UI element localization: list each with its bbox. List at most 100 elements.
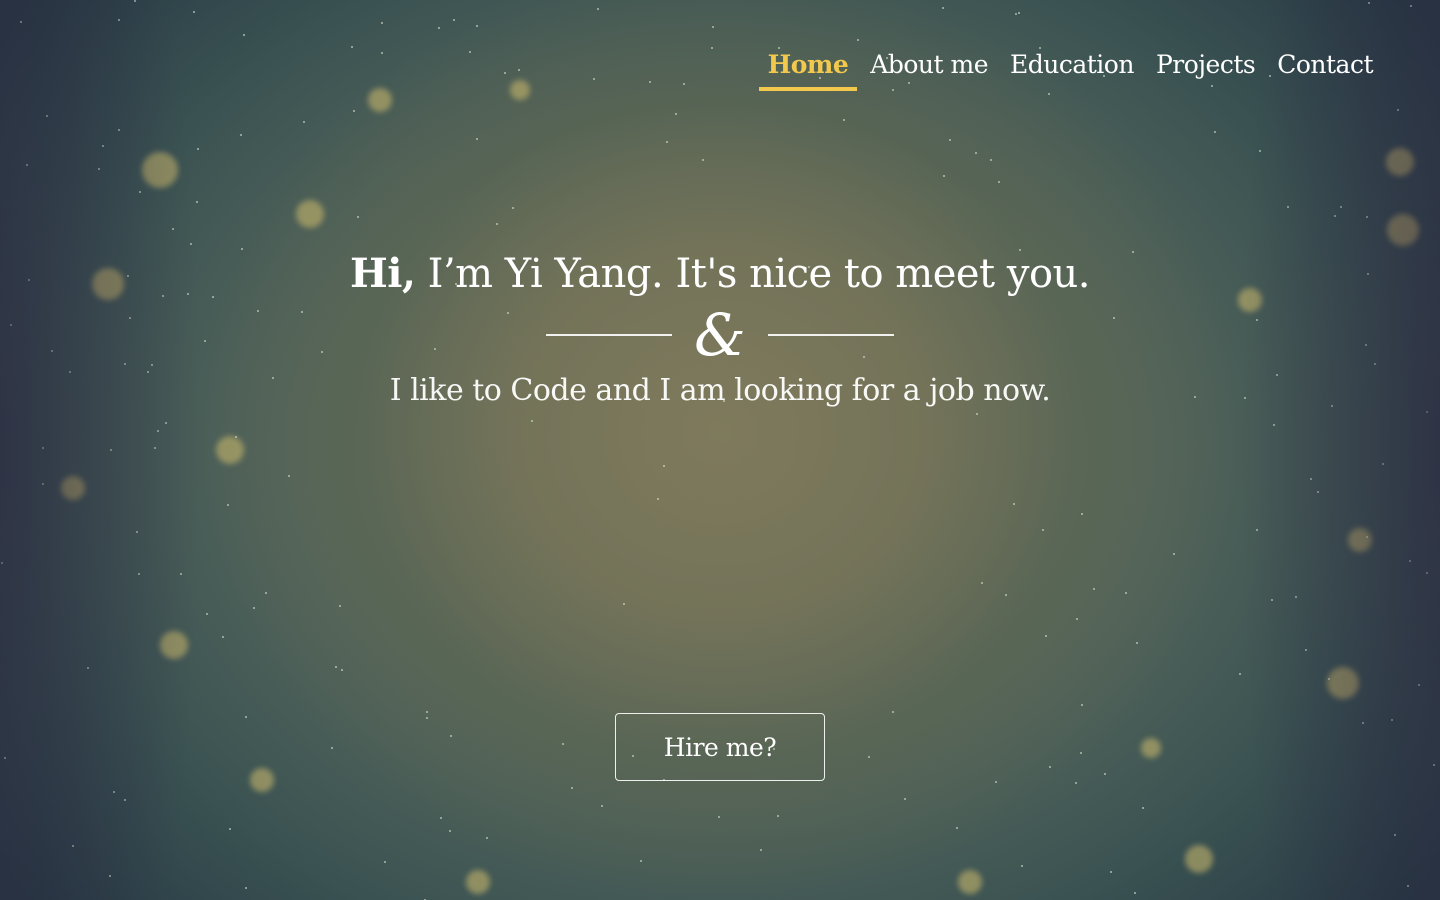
- star-speck: [974, 151, 977, 154]
- star-speck: [1018, 12, 1021, 15]
- star-speck: [948, 138, 951, 141]
- star-speck: [72, 845, 75, 848]
- star-speck: [227, 504, 230, 507]
- bokeh-light: [216, 436, 244, 464]
- star-speck: [196, 148, 199, 151]
- bokeh-light: [61, 476, 85, 500]
- star-speck: [1256, 528, 1259, 531]
- star-speck: [1367, 1, 1370, 4]
- star-speck: [124, 799, 127, 802]
- star-speck: [980, 582, 983, 585]
- greeting-bold: Hi,: [350, 250, 416, 297]
- star-speck: [222, 636, 225, 639]
- hero-divider: &: [0, 305, 1440, 365]
- divider-line-right: [767, 334, 894, 336]
- nav-item-contact[interactable]: Contact: [1268, 48, 1382, 91]
- star-speck: [357, 216, 360, 219]
- star-speck: [330, 747, 333, 750]
- main-nav: Home About me Education Projects Contact: [758, 48, 1382, 91]
- bokeh-light: [1386, 148, 1414, 176]
- star-speck: [1080, 704, 1083, 707]
- star-speck: [244, 716, 247, 719]
- star-speck: [234, 436, 237, 439]
- star-speck: [682, 83, 685, 86]
- star-speck: [1317, 490, 1320, 493]
- star-speck: [139, 191, 142, 194]
- star-speck: [206, 613, 209, 616]
- star-speck: [904, 798, 907, 801]
- star-speck: [245, 887, 248, 890]
- star-speck: [426, 717, 428, 720]
- star-speck: [1238, 672, 1241, 675]
- bokeh-light: [1348, 528, 1372, 552]
- star-speck: [108, 875, 111, 878]
- hire-me-button[interactable]: Hire me?: [615, 713, 825, 781]
- star-speck: [1425, 571, 1428, 574]
- bokeh-light: [368, 88, 392, 112]
- star-speck: [504, 71, 507, 74]
- star-speck: [1362, 722, 1365, 725]
- star-speck: [1103, 772, 1106, 775]
- star-speck: [1333, 214, 1336, 217]
- star-speck: [439, 816, 442, 819]
- nav-item-about-me[interactable]: About me: [861, 48, 997, 91]
- star-speck: [350, 45, 353, 48]
- star-speck: [171, 228, 174, 231]
- nav-item-projects[interactable]: Projects: [1147, 48, 1264, 91]
- star-speck: [426, 711, 429, 714]
- star-speck: [648, 81, 651, 84]
- star-speck: [1042, 529, 1045, 532]
- star-speck: [179, 573, 182, 576]
- star-speck: [943, 174, 946, 177]
- star-speck: [1305, 648, 1308, 651]
- star-speck: [1391, 718, 1393, 721]
- bokeh-light: [1141, 738, 1161, 758]
- star-speck: [117, 18, 120, 21]
- star-speck: [87, 667, 90, 670]
- nav-item-education[interactable]: Education: [1001, 48, 1143, 91]
- star-speck: [1366, 536, 1369, 539]
- star-speck: [496, 223, 499, 226]
- star-speck: [41, 483, 44, 486]
- star-speck: [136, 530, 139, 533]
- star-speck: [1394, 834, 1397, 837]
- star-speck: [189, 243, 192, 246]
- star-speck: [531, 420, 534, 423]
- bokeh-light: [250, 768, 274, 792]
- star-speck: [517, 69, 520, 72]
- star-speck: [1110, 871, 1113, 874]
- star-speck: [335, 665, 338, 668]
- star-speck: [1133, 892, 1136, 895]
- bokeh-light: [160, 631, 188, 659]
- star-speck: [512, 207, 515, 210]
- star-speck: [1172, 552, 1175, 555]
- star-speck: [1125, 591, 1127, 594]
- star-speck: [448, 830, 451, 833]
- star-speck: [264, 591, 267, 594]
- star-speck: [1, 561, 4, 564]
- star-speck: [976, 412, 979, 415]
- star-speck: [777, 815, 780, 818]
- star-speck: [711, 46, 714, 49]
- star-speck: [110, 448, 113, 451]
- bokeh-light: [296, 200, 324, 228]
- star-speck: [1049, 765, 1052, 768]
- star-speck: [98, 167, 101, 170]
- star-speck: [242, 33, 245, 36]
- star-speck: [154, 446, 157, 449]
- star-speck: [1020, 865, 1023, 868]
- nav-item-home[interactable]: Home: [758, 48, 858, 91]
- bokeh-light: [958, 870, 982, 894]
- bokeh-light: [1327, 667, 1359, 699]
- star-speck: [113, 790, 116, 793]
- star-speck: [1142, 806, 1145, 809]
- greeting-text: I’m Yi Yang. It's nice to meet you.: [415, 251, 1091, 297]
- star-speck: [666, 140, 669, 143]
- star-speck: [165, 422, 168, 425]
- star-speck: [229, 828, 232, 831]
- star-speck: [1409, 4, 1412, 7]
- star-speck: [437, 26, 440, 29]
- star-speck: [1381, 462, 1384, 465]
- star-speck: [26, 164, 29, 167]
- star-speck: [303, 120, 306, 123]
